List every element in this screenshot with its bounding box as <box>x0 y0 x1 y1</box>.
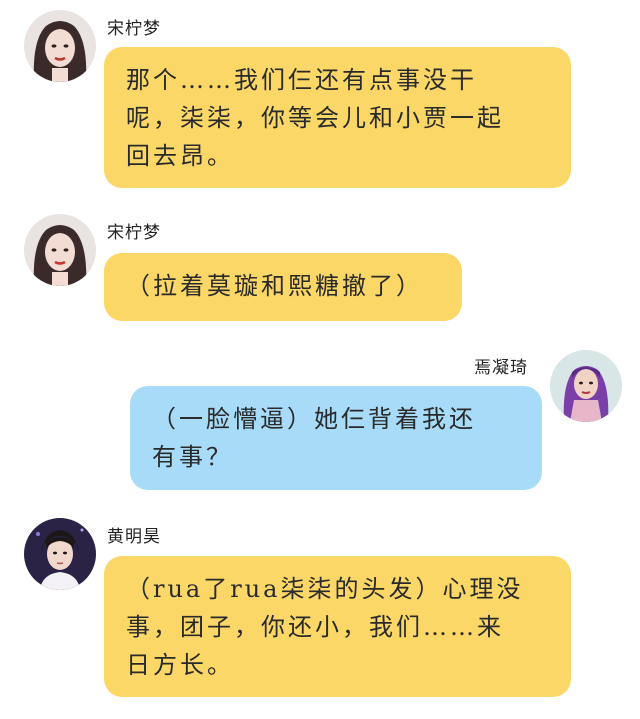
message-bubble[interactable]: （拉着莫璇和熙糖撤了） <box>104 253 462 321</box>
avatar-boy-dark-hair-icon <box>24 518 96 590</box>
message-line: 日方长。 <box>126 651 234 679</box>
avatar-huang-minghao[interactable] <box>24 518 96 590</box>
avatar-girl-dark-hair-icon <box>24 10 96 82</box>
message-line: 事，团子，你还小，我们……来 <box>126 613 504 641</box>
sender-name: 黄明昊 <box>107 527 161 547</box>
avatar-song-ningmeng[interactable] <box>24 214 96 286</box>
message-line: 呢，柒柒，你等会儿和小贾一起 <box>126 104 504 132</box>
sender-name: 焉凝琦 <box>474 358 528 378</box>
sender-name: 宋柠梦 <box>107 223 161 243</box>
message-line: （拉着莫璇和熙糖撤了） <box>126 272 423 300</box>
avatar-girl-purple-hair-icon <box>550 350 622 422</box>
message-bubble[interactable]: 那个……我们仨还有点事没干 呢，柒柒，你等会儿和小贾一起 回去昂。 <box>104 47 571 188</box>
avatar-girl-dark-hair-icon <box>24 214 96 286</box>
avatar-yan-ningqi[interactable] <box>550 350 622 422</box>
message-bubble[interactable]: （一脸懵逼）她仨背着我还 有事？ <box>130 386 542 490</box>
message-line: 有事？ <box>152 443 233 471</box>
message-line: 回去昂。 <box>126 142 234 170</box>
avatar-song-ningmeng[interactable] <box>24 10 96 82</box>
message-line: 那个……我们仨还有点事没干 <box>126 66 477 94</box>
message-line: （一脸懵逼）她仨背着我还 <box>152 405 476 433</box>
sender-name: 宋柠梦 <box>107 19 161 39</box>
message-line: （rua了rua柒柒的头发）心理没 <box>126 575 524 603</box>
message-bubble[interactable]: （rua了rua柒柒的头发）心理没 事，团子，你还小，我们……来 日方长。 <box>104 556 571 697</box>
